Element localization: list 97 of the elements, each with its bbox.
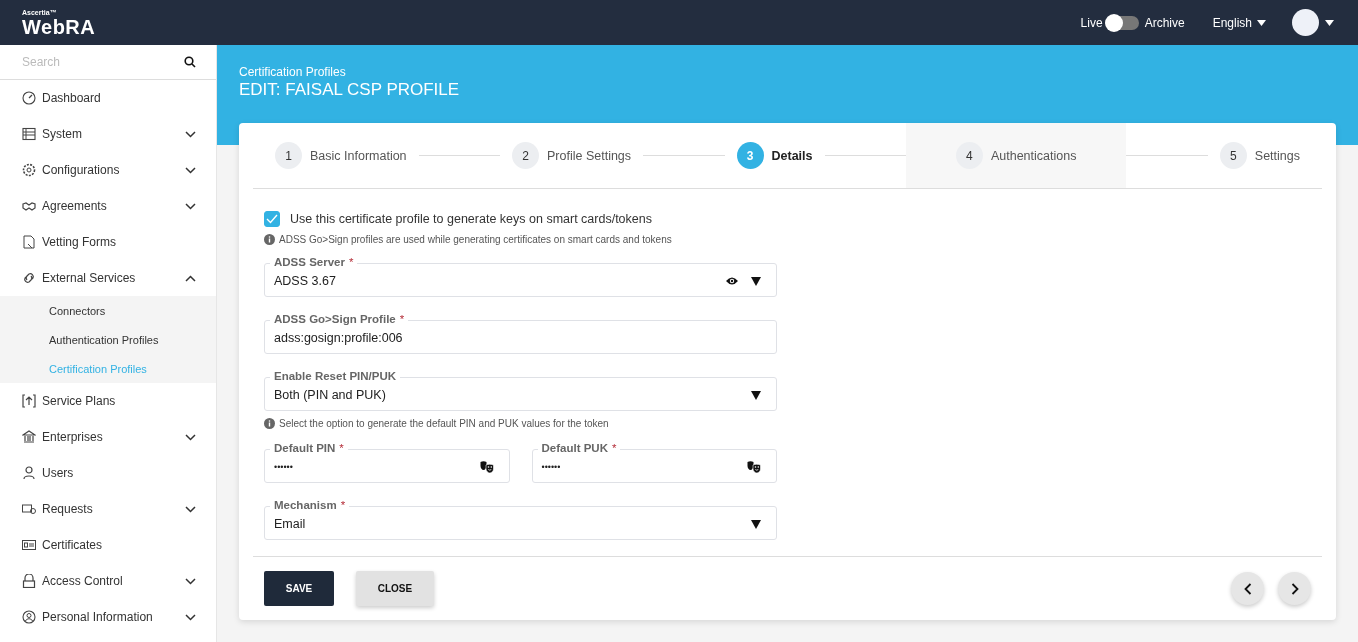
lock-icon: [22, 574, 36, 588]
avatar[interactable]: [1292, 9, 1319, 36]
sidebar-item-label: Certificates: [42, 538, 104, 552]
required-mark: *: [399, 312, 405, 326]
dashboard-icon: [22, 91, 36, 105]
sidebar-item[interactable]: Certificates: [0, 527, 216, 563]
field-label: Default PUK: [541, 441, 608, 455]
language-dropdown[interactable]: English: [1212, 15, 1266, 30]
search-icon[interactable]: [184, 56, 196, 68]
sidebar-item[interactable]: Personal Information: [0, 599, 216, 635]
sidebar-item[interactable]: Vetting Forms: [0, 224, 216, 260]
sidebar-item-label: Users: [42, 466, 75, 480]
sidebar-item[interactable]: Service Plans: [0, 383, 216, 419]
previous-button[interactable]: [1231, 572, 1264, 605]
sidebar-item[interactable]: External Services: [0, 260, 216, 296]
sidebar-item[interactable]: Agreements: [0, 188, 216, 224]
required-mark: *: [339, 441, 344, 455]
sidebar-item-label: Vetting Forms: [42, 235, 118, 249]
field-label: ADSS Server: [274, 255, 345, 269]
chevron-down-icon[interactable]: [185, 166, 196, 174]
caret-icon[interactable]: [1325, 19, 1334, 26]
sidebar-subitem[interactable]: Connectors: [0, 296, 216, 325]
document-icon: [22, 235, 36, 249]
caret-icon: [1257, 19, 1266, 26]
select-field[interactable]: Mechanism * Email: [264, 498, 777, 540]
checkbox-label: Use this certificate profile to generate keys on smart cards/tokens: [290, 212, 652, 226]
select-field[interactable]: ADSS Server * ADSS 3.67: [264, 255, 777, 297]
sidebar-item[interactable]: Access Control: [0, 563, 216, 599]
close-button[interactable]: CLOSE: [356, 571, 434, 606]
field-label: Default PIN: [274, 441, 336, 455]
masks-icon[interactable]: [479, 461, 494, 473]
password-field[interactable]: Default PIN * ••••••: [264, 441, 510, 483]
upload-icon: [22, 394, 36, 408]
hint-text: ADSS Go>Sign profiles are used while generating certificates on smart cards and tokens: [279, 234, 672, 245]
sidebar-item[interactable]: Dashboard: [0, 80, 216, 116]
dropdown-caret-icon[interactable]: [751, 390, 761, 400]
sidebar-item-label: System: [42, 127, 83, 141]
sidebar-item-label: Requests: [42, 502, 94, 516]
stepper-step[interactable]: 2 Profile Settings: [500, 123, 644, 188]
sidebar-item-label: External Services: [42, 271, 137, 285]
sidebar-item-label: Personal Information: [42, 610, 154, 624]
mode-toggle[interactable]: [1106, 15, 1139, 30]
field-label: Enable Reset PIN/PUK: [274, 369, 397, 383]
search-field[interactable]: Search: [22, 55, 184, 69]
sidebar-item[interactable]: Enterprises: [0, 419, 216, 455]
sidebar-item[interactable]: Users: [0, 455, 216, 491]
hint-text: Select the option to generate the default PIN and PUK values for the token: [279, 418, 609, 429]
eye-icon[interactable]: [725, 276, 739, 286]
stepper-step[interactable]: 4 Authentications: [905, 123, 1127, 188]
user-icon: [22, 466, 36, 480]
sidebar-item-label: Agreements: [42, 199, 108, 213]
chevron-down-icon[interactable]: [185, 130, 196, 138]
chevron-right-icon: [1290, 582, 1299, 595]
stepper-step[interactable]: 3 Details: [724, 123, 825, 188]
mode-label: Archive: [1144, 15, 1185, 30]
sidebar-item-label: Enterprises: [42, 430, 104, 444]
required-mark: *: [611, 441, 617, 455]
chevron-down-icon[interactable]: [185, 577, 196, 585]
info-icon: [264, 418, 275, 429]
chevron-left-icon: [1243, 582, 1252, 595]
page-title: EDIT: FAISAL CSP PROFILE: [239, 79, 461, 101]
chevron-up-icon[interactable]: [185, 274, 196, 282]
card-icon: [22, 538, 36, 552]
sidebar-item-label: Service Plans: [42, 394, 117, 408]
chevron-down-icon[interactable]: [185, 505, 196, 513]
field-label: ADSS Go>Sign Profile: [274, 312, 396, 326]
chevron-down-icon[interactable]: [185, 613, 196, 621]
bank-icon: [22, 430, 36, 444]
save-button[interactable]: SAVE: [264, 571, 334, 606]
chevron-down-icon[interactable]: [185, 202, 196, 210]
field-label: Mechanism: [274, 498, 337, 512]
chevron-down-icon[interactable]: [185, 433, 196, 441]
sidebar-subitem[interactable]: Authentication Profiles: [0, 325, 216, 354]
input-field[interactable]: ADSS Go>Sign Profile * adss:gosign:profile:006: [264, 312, 777, 354]
stepper-step[interactable]: 5 Settings: [1207, 123, 1322, 188]
stepper-step[interactable]: 1 Basic Information: [253, 123, 419, 188]
sidebar-item[interactable]: Configurations: [0, 152, 216, 188]
password-field[interactable]: Default PUK * ••••••: [531, 441, 777, 483]
user-circle-icon: [22, 610, 36, 624]
masks-icon[interactable]: [747, 461, 761, 473]
sidebar-item-label: Configurations: [42, 163, 121, 177]
select-field[interactable]: Enable Reset PIN/PUK Both (PIN and PUK): [264, 369, 777, 411]
logo-text[interactable]: WebRA: [22, 16, 96, 37]
dropdown-caret-icon[interactable]: [751, 276, 761, 286]
next-button[interactable]: [1278, 572, 1311, 605]
link-icon: [22, 271, 36, 285]
dropdown-caret-icon[interactable]: [751, 519, 761, 529]
sidebar-item-label: Dashboard: [42, 91, 102, 105]
required-mark: *: [340, 498, 346, 512]
mode-label: Live: [1080, 15, 1103, 30]
checkbox[interactable]: [264, 211, 280, 227]
sidebar-item[interactable]: Requests: [0, 491, 216, 527]
gear-icon: [22, 163, 36, 177]
required-mark: *: [348, 255, 354, 269]
info-icon: [264, 234, 275, 245]
sidebar-item-label: Access Control: [42, 574, 124, 588]
sidebar-item[interactable]: System: [0, 116, 216, 152]
